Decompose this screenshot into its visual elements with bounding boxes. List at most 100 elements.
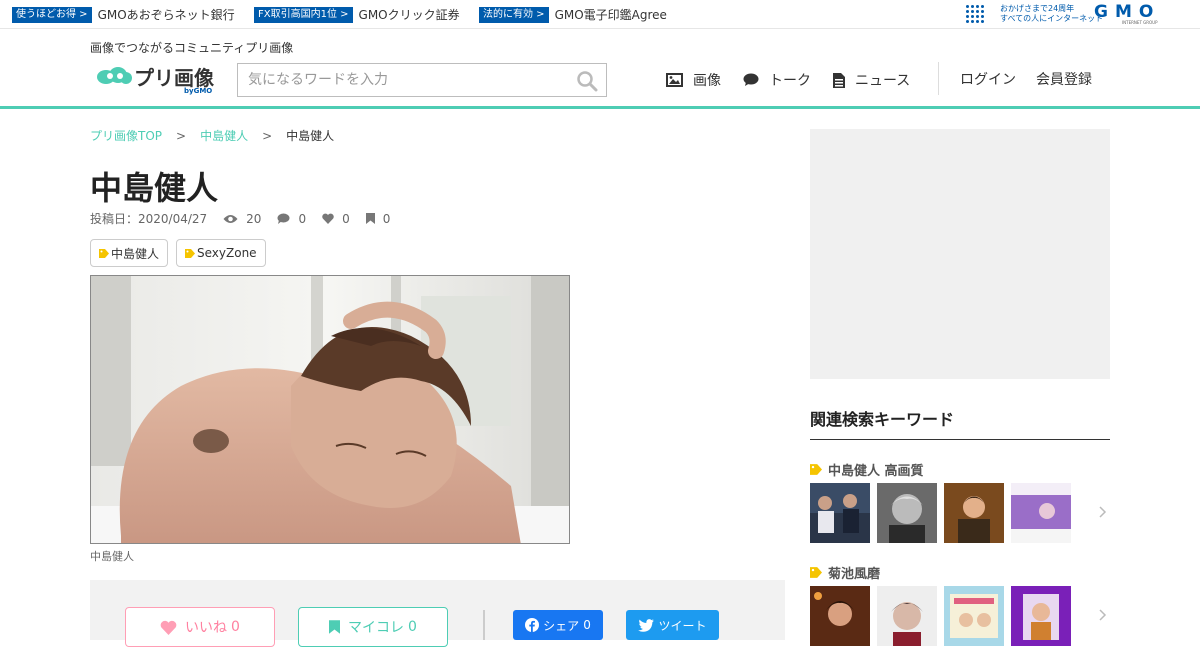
search-box <box>237 63 607 97</box>
heart-icon <box>322 213 334 224</box>
keyword-label: 菊池風磨 <box>828 567 881 582</box>
nav-item-label: ニュース <box>855 73 911 89</box>
bookmark-icon <box>329 620 341 634</box>
facebook-share-button[interactable]: シェア 0 <box>513 610 603 640</box>
document-icon <box>833 72 845 88</box>
comment-count: 0 <box>277 212 306 226</box>
tweet-label: ツイート <box>658 618 707 633</box>
action-bar: いいね 0 マイコレ 0 シェア 0 ツイート <box>90 580 785 647</box>
keyword-thumbnail[interactable] <box>810 483 870 543</box>
comment-icon <box>743 73 759 86</box>
keyword-thumbnail[interactable] <box>944 483 1004 543</box>
twitter-tweet-button[interactable]: ツイート <box>626 610 719 640</box>
chevron-right-icon[interactable] <box>1097 505 1107 519</box>
like-count: 0 <box>322 212 350 226</box>
page-title: 中島健人 <box>90 169 219 207</box>
like-button[interactable]: いいね 0 <box>125 607 275 647</box>
gmo-logo[interactable]: GMO <box>1094 2 1160 22</box>
eye-icon <box>223 214 238 223</box>
tag-icon <box>810 464 822 475</box>
main-nav: 画像 トーク ニュース <box>666 69 932 91</box>
logo-mark-icon <box>97 67 132 84</box>
breadcrumb: プリ画像TOP > 中島健人 > 中島健人 <box>90 127 334 144</box>
post-meta: 投稿日：2020/04/27 20 0 0 0 <box>90 210 406 227</box>
site-logo[interactable]: プリ画像 byGMO <box>96 61 226 97</box>
tag-icon <box>185 248 196 258</box>
heart-icon <box>160 620 177 635</box>
gmo-link-text: GMOあおぞらネット銀行 <box>97 8 235 22</box>
tag-chip[interactable]: SexyZone <box>176 239 266 267</box>
comment-icon <box>277 213 290 224</box>
tag-icon <box>99 248 109 258</box>
post-image[interactable] <box>90 275 570 544</box>
keyword-heading[interactable]: 菊池風磨 <box>810 563 880 582</box>
ad-slot <box>810 129 1110 379</box>
breadcrumb-current: 中島健人 <box>286 129 335 143</box>
register-link[interactable]: 会員登録 <box>1036 69 1092 89</box>
account-nav: ログイン 会員登録 <box>960 69 1112 89</box>
like-count-value: 0 <box>342 211 350 226</box>
gmo-badge: FX取引高国内1位 > <box>254 6 353 23</box>
gmo-group-bar: 使うほどお得 > GMOあおぞらネット銀行 FX取引高国内1位 > GMOクリッ… <box>0 0 1200 29</box>
login-link[interactable]: ログイン <box>960 69 1016 89</box>
image-icon <box>666 73 683 87</box>
like-button-label: いいね <box>185 620 228 636</box>
breadcrumb-separator: > <box>262 128 273 143</box>
mycolle-button[interactable]: マイコレ 0 <box>298 607 448 647</box>
keyword-label: 中島健人 高画質 <box>828 464 924 479</box>
keyword-thumbnail[interactable] <box>877 586 937 646</box>
tag-icon <box>810 567 822 578</box>
gmo-anniversary: おかげさまで24周年 すべての人にインターネット <box>1000 4 1103 24</box>
bookmark-icon <box>365 213 375 224</box>
tag-label: SexyZone <box>197 246 257 260</box>
search-icon[interactable] <box>576 70 598 92</box>
gmo-logo-sub: INTERNET GROUP <box>1122 20 1158 25</box>
gmo-grid-icon[interactable] <box>966 5 984 23</box>
post-image-graphic <box>91 276 569 543</box>
gmo-badge: 使うほどお得 > <box>12 6 92 23</box>
bookmark-count: 0 <box>365 211 391 226</box>
view-count-value: 20 <box>246 211 262 226</box>
keyword-thumbnail[interactable] <box>810 586 870 646</box>
keyword-thumbnail[interactable] <box>1011 586 1071 646</box>
bookmark-count-value: 0 <box>382 211 391 226</box>
keyword-heading[interactable]: 中島健人 高画質 <box>810 460 924 479</box>
gmo-anniversary-line2: すべての人にインターネット <box>1000 14 1104 23</box>
nav-item-label: 画像 <box>693 73 721 89</box>
like-button-count: 0 <box>231 619 240 635</box>
site-tagline: 画像でつながるコミュニティプリ画像 <box>90 41 294 55</box>
nav-divider <box>938 62 939 95</box>
gmo-anniversary-line1: おかげさまで24周年 <box>1000 4 1075 13</box>
logo-by: byGMO <box>184 87 213 95</box>
search-input[interactable] <box>238 64 568 96</box>
gmo-badge: 法的に有効 > <box>479 6 549 23</box>
mycolle-button-count: 0 <box>408 619 417 635</box>
share-label: シェア <box>543 618 580 633</box>
action-divider <box>483 610 485 640</box>
site-header: 画像でつながるコミュニティプリ画像 プリ画像 byGMO 画像 <box>0 29 1200 109</box>
keyword-thumbnail[interactable] <box>944 586 1004 646</box>
nav-item-news[interactable]: ニュース <box>833 70 910 90</box>
breadcrumb-home[interactable]: プリ画像TOP <box>90 127 162 144</box>
mycolle-button-label: マイコレ <box>348 620 405 636</box>
image-caption: 中島健人 <box>90 550 134 563</box>
related-keywords-title: 関連検索キーワード <box>810 406 1110 440</box>
tag-list: 中島健人 SexyZone <box>90 239 274 267</box>
nav-item-talk[interactable]: トーク <box>743 70 811 90</box>
post-date: 投稿日：2020/04/27 <box>90 212 208 226</box>
keyword-thumbnail[interactable] <box>877 483 937 543</box>
tag-chip[interactable]: 中島健人 <box>90 239 169 267</box>
gmo-link-click[interactable]: FX取引高国内1位 > GMOクリック証券 <box>254 6 460 23</box>
gmo-link-aozora[interactable]: 使うほどお得 > GMOあおぞらネット銀行 <box>12 6 235 23</box>
keyword-thumbnails <box>810 483 1078 543</box>
breadcrumb-separator: > <box>176 128 187 143</box>
keyword-thumbnails <box>810 586 1078 646</box>
chevron-right-icon[interactable] <box>1097 608 1107 622</box>
gmo-link-agree[interactable]: 法的に有効 > GMO電子印鑑Agree <box>479 6 667 23</box>
tag-label: 中島健人 <box>111 246 160 261</box>
view-count: 20 <box>223 212 261 226</box>
nav-item-images[interactable]: 画像 <box>666 70 721 90</box>
breadcrumb-tag[interactable]: 中島健人 <box>200 127 248 144</box>
keyword-thumbnail[interactable] <box>1011 483 1071 543</box>
comment-count-value: 0 <box>298 211 307 226</box>
